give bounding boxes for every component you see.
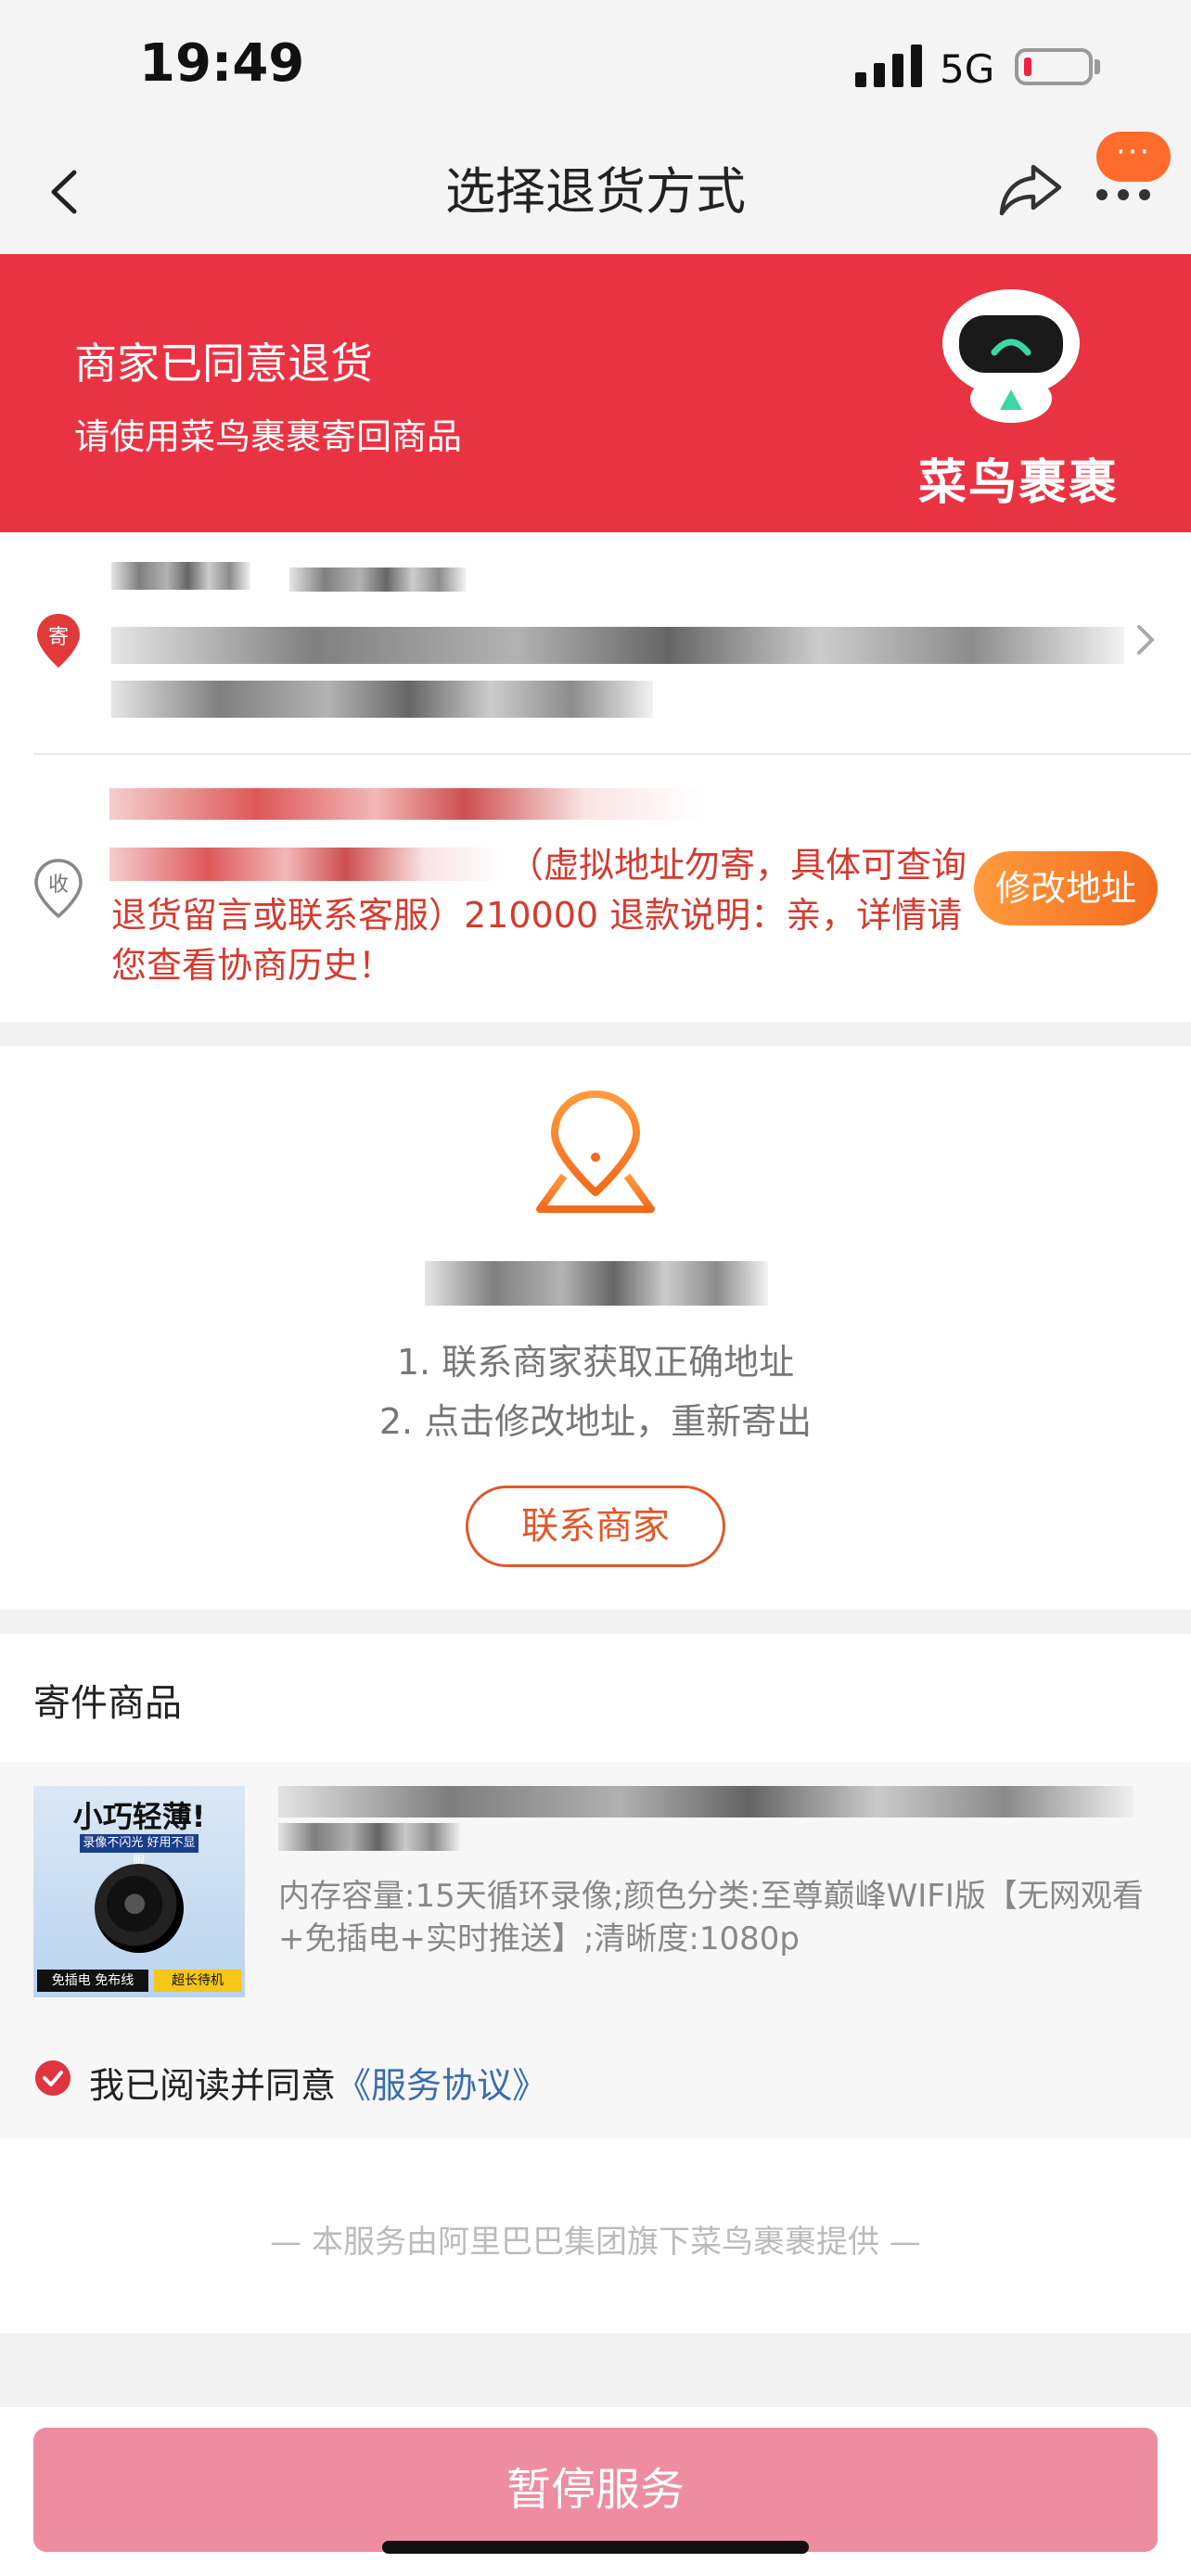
- recv-icon-label: 收: [48, 874, 69, 897]
- home-indicator: [382, 2541, 809, 2554]
- product-name-blurred: [278, 1786, 1133, 1817]
- pause-service-button[interactable]: 暂停服务: [33, 2428, 1158, 2552]
- warning-step-1: 1. 联系商家获取正确地址: [396, 1342, 795, 1383]
- contact-merchant-button[interactable]: 联系商家: [466, 1486, 725, 1567]
- send-location-icon: 寄: [37, 614, 80, 668]
- service-agreement-link[interactable]: 《服务协议》: [336, 2065, 547, 2106]
- banner-heading: 商家已同意退货: [74, 338, 373, 389]
- thumb-title: 小巧轻薄!: [72, 1799, 206, 1834]
- warning-location-icon: [536, 1090, 655, 1213]
- message-badge[interactable]: ···: [1096, 132, 1171, 182]
- product-name-blurred-2: [278, 1823, 460, 1851]
- battery-icon: [1015, 48, 1093, 85]
- address-divider: [33, 753, 1191, 755]
- receive-location-icon: 收: [34, 859, 83, 919]
- modify-address-button[interactable]: 修改地址: [974, 851, 1158, 925]
- network-label: 5G: [940, 46, 995, 92]
- thumb-tag-right: 超长待机: [154, 1970, 241, 1992]
- status-time: 19:49: [139, 33, 305, 94]
- send-icon-label: 寄: [48, 626, 69, 649]
- sender-address-blurred: [111, 627, 1124, 664]
- footer-note: — 本服务由阿里巴巴集团旗下菜鸟裹裹提供 —: [270, 2224, 921, 2261]
- chevron-right-icon[interactable]: [1132, 621, 1159, 658]
- product-spec: 内存容量:15天循环录像;颜色分类:至尊巅峰WIFI版【无网观看+免插电+实时推…: [278, 1878, 1144, 1958]
- sender-name-blurred: [111, 562, 250, 590]
- brand-logo: 菜鸟裹裹: [918, 455, 1120, 511]
- receiver-address-note: （虚拟地址勿寄，具体可查询退货留言或联系客服）210000 退款说明：亲，详情请…: [111, 845, 967, 986]
- thumb-tag-left: 免插电 免布线: [37, 1970, 148, 1992]
- goods-section-title: 寄件商品: [33, 1682, 182, 1725]
- receiver-address-text: （虚拟地址勿寄，具体可查询退货留言或联系客服）210000 退款说明：亲，详情请…: [111, 840, 974, 990]
- camera-image: [95, 1864, 184, 1953]
- sender-phone-blurred: [289, 567, 466, 592]
- warning-title-blurred: [425, 1261, 768, 1306]
- share-icon[interactable]: [996, 158, 1067, 219]
- battery-tip: [1095, 59, 1100, 74]
- cainiao-mascot-icon: [942, 289, 1080, 423]
- receiver-name-blurred: [109, 788, 701, 820]
- agreement-label: 我已阅读并同意: [89, 2065, 337, 2106]
- signal-icon: [855, 45, 922, 87]
- warning-step-2: 2. 点击修改地址，重新寄出: [378, 1401, 813, 1442]
- thumb-subtitle: 录像不闪光 好用不显眼: [80, 1834, 198, 1868]
- checked-icon[interactable]: [35, 2060, 70, 2096]
- sender-address-blurred-2: [111, 681, 653, 718]
- agreement-text: 我已阅读并同意《服务协议》: [89, 2057, 547, 2108]
- banner-subtitle: 请使用菜鸟裹裹寄回商品: [74, 416, 463, 457]
- product-thumbnail[interactable]: 小巧轻薄! 录像不闪光 好用不显眼 免插电 免布线 超长待机: [33, 1786, 245, 1997]
